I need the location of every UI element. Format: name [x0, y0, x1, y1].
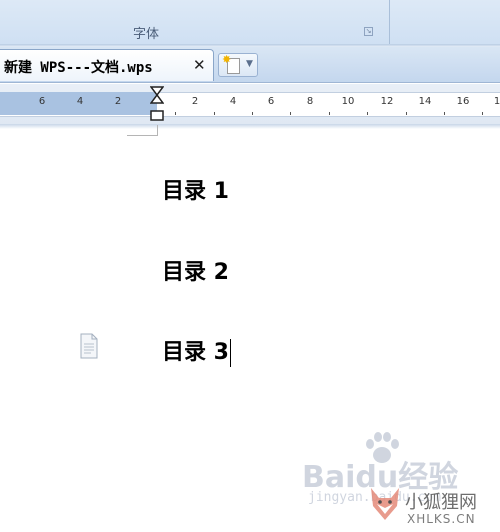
text-cursor	[229, 339, 231, 367]
ruler-label: 2	[114, 96, 122, 107]
ruler-tick	[252, 112, 253, 115]
ruler-label: 1	[493, 96, 500, 107]
fox-logo-icon	[371, 488, 399, 520]
ruler-shadow	[0, 124, 500, 129]
ruler-tick	[367, 112, 368, 115]
ruler-label: 14	[418, 96, 432, 107]
toc-heading-text: 目录 2	[162, 260, 229, 285]
ruler-label: 10	[341, 96, 355, 107]
group-separator	[389, 0, 390, 44]
ruler-tick	[444, 112, 445, 115]
document-tab-bar: 新建 WPS---文档.wps ✕ ✸ ▼	[0, 47, 500, 83]
toc-heading-text: 目录 3	[162, 340, 229, 365]
indent-marker-icon[interactable]	[150, 86, 164, 122]
ribbon-font-group: 字体 ↘	[0, 0, 500, 44]
document-tab-title: 新建 WPS---文档.wps	[4, 60, 153, 76]
toc-heading-2[interactable]: 目录 2	[162, 254, 229, 286]
paragraph-layout-icon[interactable]	[79, 333, 99, 359]
ruler-label: 4	[76, 96, 84, 107]
site-watermark: 小狐狸网 XHLKS.CN	[365, 480, 500, 532]
new-document-button[interactable]: ✸ ▼	[218, 53, 258, 77]
horizontal-ruler[interactable]: 6 4 2 2 4 6 8 10 12 14 16 1	[0, 84, 500, 124]
ruler-label: 12	[380, 96, 394, 107]
ruler-label: 6	[267, 96, 275, 107]
document-tab[interactable]: 新建 WPS---文档.wps ✕	[0, 49, 214, 81]
site-domain: XHLKS.CN	[407, 512, 476, 526]
chevron-down-icon[interactable]: ▼	[246, 59, 253, 69]
ruler-tick	[482, 112, 483, 115]
ruler-tick	[214, 112, 215, 115]
ruler-label: 16	[456, 96, 470, 107]
dialog-launcher-icon[interactable]: ↘	[364, 27, 373, 36]
ruler-label: 8	[306, 96, 314, 107]
ruler-label: 6	[38, 96, 46, 107]
ruler-tick	[290, 112, 291, 115]
font-group-label: 字体	[133, 27, 160, 42]
ruler-tick	[406, 112, 407, 115]
ruler-label: 2	[191, 96, 199, 107]
toc-heading-text: 目录 1	[162, 179, 229, 204]
close-icon[interactable]: ✕	[193, 56, 206, 74]
ruler-tick	[329, 112, 330, 115]
ruler-label: 4	[229, 96, 237, 107]
sparkle-icon: ✸	[222, 53, 232, 66]
site-name: 小狐狸网	[405, 492, 477, 513]
page-margin-corner	[127, 125, 158, 136]
ruler-tick	[175, 112, 176, 115]
toc-heading-1[interactable]: 目录 1	[162, 173, 229, 205]
toc-heading-3[interactable]: 目录 3	[162, 334, 231, 367]
